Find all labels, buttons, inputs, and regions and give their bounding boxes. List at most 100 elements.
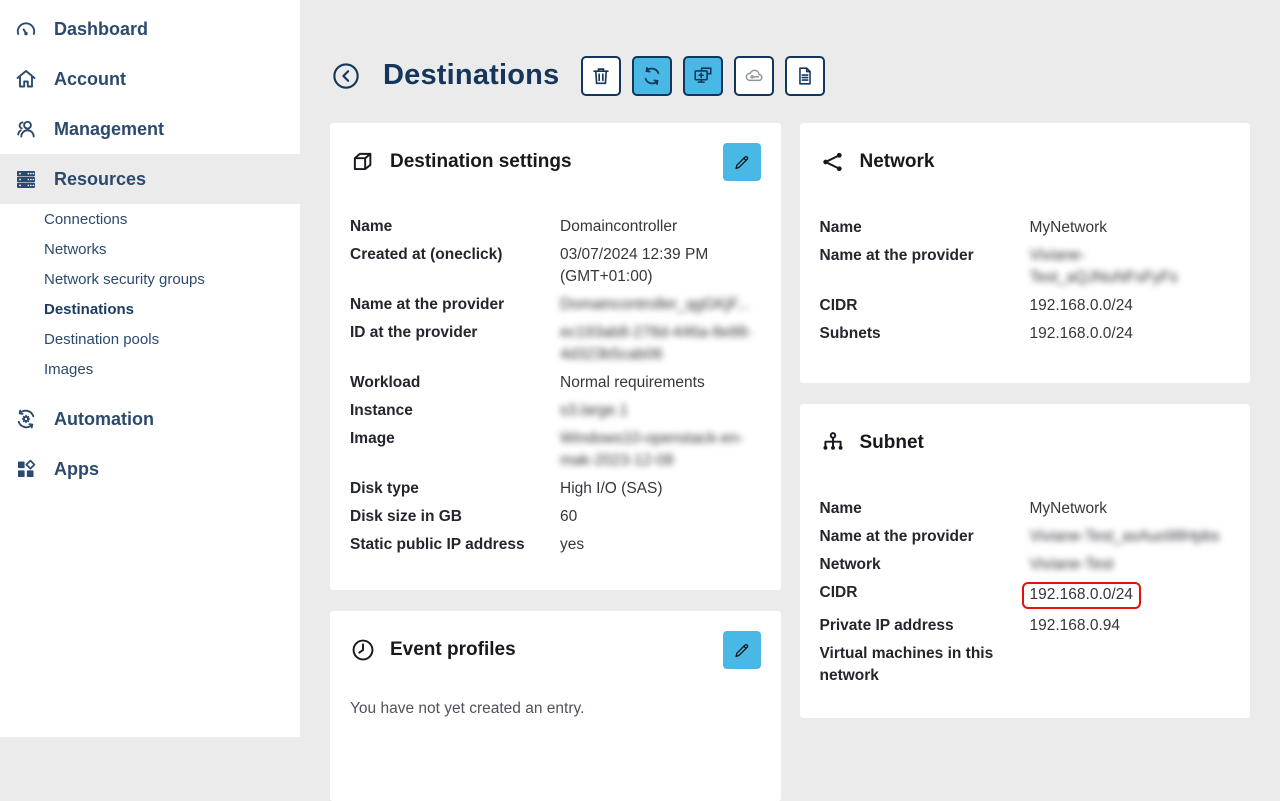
field-row-provider-name: Name at the provider Domaincontroller_qg… [350, 294, 761, 316]
field-label: Network [820, 554, 1030, 576]
field-label: Disk size in GB [350, 506, 560, 528]
home-icon [14, 67, 38, 91]
sidebar-item-label: Dashboard [54, 19, 148, 40]
trash-icon [590, 65, 612, 87]
gauge-icon [14, 17, 38, 41]
screens-plus-icon [692, 65, 714, 87]
field-value-redacted: Viviane-Test_aQJNuNFsFyFs [1030, 245, 1231, 289]
field-row-network: Network Viviane-Test [820, 554, 1231, 576]
field-row-instance: Instance s3.large.1 [350, 400, 761, 422]
sub-item-label: Destination pools [44, 331, 159, 348]
field-row-subnets: Subnets 192.168.0.0/24 [820, 323, 1231, 345]
field-row-provider-id: ID at the provider ec193ab8-278d-446a-8e… [350, 322, 761, 366]
sidebar-item-dashboard[interactable]: Dashboard [0, 4, 300, 54]
field-label: Name [820, 217, 1030, 239]
edit-destination-settings-button[interactable] [723, 143, 761, 181]
servers-icon [14, 167, 38, 191]
cards-grid: Destination settings Name Domaincontroll… [330, 123, 1250, 801]
field-rows: Name Domaincontroller Created at (onecli… [350, 216, 761, 556]
field-value-redacted: Viviane-Test [1030, 554, 1231, 576]
field-label: Subnets [820, 323, 1030, 345]
field-label: Image [350, 428, 560, 472]
refresh-button[interactable] [632, 56, 672, 96]
sidebar-item-networks[interactable]: Networks [0, 234, 300, 264]
field-value: Domaincontroller [560, 216, 761, 238]
cloud-button[interactable] [734, 56, 774, 96]
pencil-icon [729, 153, 755, 172]
sub-item-label: Network security groups [44, 271, 205, 288]
field-row-workload: Workload Normal requirements [350, 372, 761, 394]
subnet-card: Subnet Name MyNetwork Name at the provid… [800, 404, 1251, 718]
sidebar-item-network-security-groups[interactable]: Network security groups [0, 264, 300, 294]
field-label: Static public IP address [350, 534, 560, 556]
field-row-provider-name: Name at the provider Viviane-Test_aQJNuN… [820, 245, 1231, 289]
field-label: ID at the provider [350, 322, 560, 366]
sync-icon [641, 65, 663, 87]
card-header: Event profiles [350, 631, 761, 669]
field-value: 192.168.0.0/24 [1030, 323, 1231, 345]
field-label: Name [350, 216, 560, 238]
field-value: 60 [560, 506, 761, 528]
network-card: Network Name MyNetwork Name at the provi… [800, 123, 1251, 383]
cloud-icon [743, 65, 765, 87]
sidebar-item-label: Resources [54, 169, 146, 190]
field-row-image: Image Windows10-openstack-en-mak-2023-12… [350, 428, 761, 472]
field-value: yes [560, 534, 761, 556]
field-label: Name [820, 498, 1030, 520]
field-label: Instance [350, 400, 560, 422]
sidebar-item-resources[interactable]: Resources [0, 154, 300, 204]
field-label: Workload [350, 372, 560, 394]
sub-item-label: Connections [44, 211, 127, 228]
field-row-name: Name Domaincontroller [350, 216, 761, 238]
sidebar-item-apps[interactable]: Apps [0, 444, 300, 494]
back-button[interactable] [330, 60, 362, 92]
field-row-disk-type: Disk type High I/O (SAS) [350, 478, 761, 500]
red-highlight-box: 192.168.0.0/24 [1022, 582, 1141, 609]
field-label: Name at the provider [350, 294, 560, 316]
field-value-redacted: Viviane-Test_axAuo98Hpbs [1030, 526, 1231, 548]
field-row-vms-in-network: Virtual machines in this network [820, 643, 1231, 687]
field-label: Created at (oneclick) [350, 244, 560, 288]
sub-item-label: Images [44, 361, 93, 378]
report-button[interactable] [785, 56, 825, 96]
sidebar-item-destinations[interactable]: Destinations [0, 294, 300, 324]
apps-icon [14, 457, 38, 481]
field-row-disk-size: Disk size in GB 60 [350, 506, 761, 528]
field-value: MyNetwork [1030, 498, 1231, 520]
back-icon [331, 61, 361, 91]
sub-item-label: Destinations [44, 301, 134, 318]
clock-icon [350, 637, 376, 663]
edit-event-profiles-button[interactable] [723, 631, 761, 669]
field-rows: Name MyNetwork Name at the provider Vivi… [820, 217, 1231, 345]
card-title: Network [860, 151, 935, 173]
pencil-icon [729, 641, 755, 660]
sub-item-label: Networks [44, 241, 107, 258]
field-value [1030, 643, 1231, 687]
field-row-created-at: Created at (oneclick) 03/07/2024 12:39 P… [350, 244, 761, 288]
sidebar-item-connections[interactable]: Connections [0, 204, 300, 234]
field-label: CIDR [820, 295, 1030, 317]
field-label: Private IP address [820, 615, 1030, 637]
card-header: Network [820, 143, 1231, 181]
delete-button[interactable] [581, 56, 621, 96]
field-value: Normal requirements [560, 372, 761, 394]
sidebar-item-management[interactable]: Management [0, 104, 300, 154]
card-title: Event profiles [390, 639, 516, 661]
main-area: Destinations [300, 0, 1280, 737]
right-column: Network Name MyNetwork Name at the provi… [800, 123, 1251, 801]
left-column: Destination settings Name Domaincontroll… [330, 123, 781, 801]
document-icon [794, 65, 816, 87]
sidebar-item-account[interactable]: Account [0, 54, 300, 104]
sidebar-item-automation[interactable]: Automation [0, 394, 300, 444]
field-label: Virtual machines in this network [820, 643, 1030, 687]
field-row-static-ip: Static public IP address yes [350, 534, 761, 556]
field-row-name: Name MyNetwork [820, 498, 1231, 520]
field-value-redacted: ec193ab8-278d-446a-8e88-4d323b5cab06 [560, 322, 761, 366]
field-row-cidr: CIDR 192.168.0.0/24 [820, 295, 1231, 317]
sidebar: Dashboard Account Management Resourc [0, 0, 300, 737]
clone-vm-button[interactable] [683, 56, 723, 96]
sidebar-item-label: Apps [54, 459, 99, 480]
field-rows: Name MyNetwork Name at the provider Vivi… [820, 498, 1231, 687]
sidebar-item-destination-pools[interactable]: Destination pools [0, 324, 300, 354]
sidebar-item-images[interactable]: Images [0, 354, 300, 384]
